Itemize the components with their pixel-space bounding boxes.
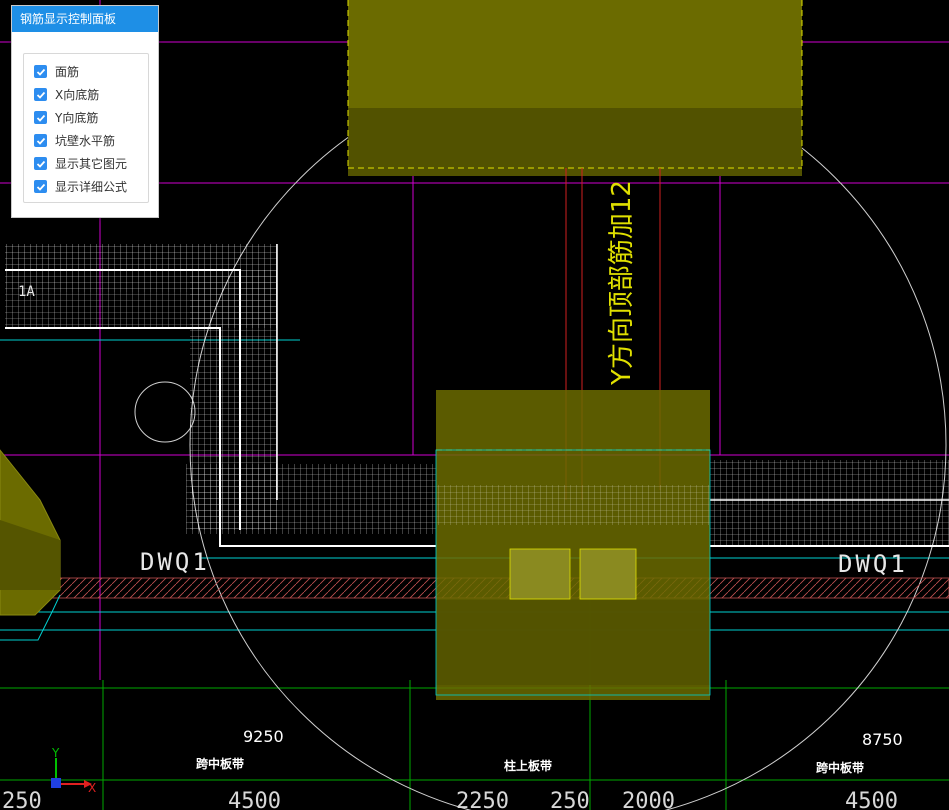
strip-label-1: 跨中板带	[196, 756, 244, 771]
bottom-dim-3: 2250	[456, 789, 509, 810]
left-rebar-mesh	[5, 244, 436, 547]
wall-label-left: DWQ1	[140, 548, 210, 576]
option-label: 显示详细公式	[55, 180, 128, 194]
option-x-bottom-rebar[interactable]: X向底筋	[34, 83, 148, 106]
panel-options: 面筋 X向底筋 Y向底筋 坑壁水平筋 显示其它图元 显示详细公式	[23, 53, 149, 203]
dim-left: 9250	[243, 727, 284, 746]
small-circle-left	[134, 381, 196, 443]
center-column-block	[435, 390, 711, 700]
checkbox-x-bottom-rebar[interactable]	[34, 88, 47, 101]
left-column-block	[0, 449, 61, 616]
strip-label-3: 跨中板带	[816, 760, 864, 775]
option-label: Y向底筋	[55, 111, 99, 125]
strip-label-2: 柱上板带	[504, 758, 552, 773]
option-label: 面筋	[55, 65, 80, 79]
bottom-dim-1: 250	[2, 789, 42, 810]
checkbox-y-bottom-rebar[interactable]	[34, 111, 47, 124]
partial-label: 1A	[18, 284, 35, 300]
option-y-bottom-rebar[interactable]: Y向底筋	[34, 106, 148, 129]
axis-x-label: X	[88, 781, 96, 795]
top-column-block	[347, 0, 803, 176]
option-pit-wall-rebar[interactable]: 坑壁水平筋	[34, 129, 148, 152]
checkbox-show-other-elements[interactable]	[34, 157, 47, 170]
option-top-rebar[interactable]: 面筋	[34, 60, 148, 83]
rebar-annotation: Y方向顶部筋加12	[607, 180, 637, 386]
checkbox-top-rebar[interactable]	[34, 65, 47, 78]
checkbox-show-formula[interactable]	[34, 180, 47, 193]
option-label: 坑壁水平筋	[55, 134, 116, 148]
bottom-dim-2: 4500	[228, 789, 281, 810]
axis-gizmo: Y X	[51, 746, 96, 795]
wall-label-right: DWQ1	[838, 550, 908, 578]
bottom-dim-4: 250	[550, 789, 590, 810]
bottom-dim-6: 4500	[845, 789, 898, 810]
dim-right: 8750	[862, 730, 903, 749]
checkbox-pit-wall-rebar[interactable]	[34, 134, 47, 147]
option-show-formula[interactable]: 显示详细公式	[34, 175, 148, 198]
bottom-dim-5: 2000	[622, 789, 675, 810]
option-show-other-elements[interactable]: 显示其它图元	[34, 152, 148, 175]
option-label: 显示其它图元	[55, 157, 128, 171]
axis-y-label: Y	[51, 746, 60, 760]
rebar-display-control-panel: 钢筋显示控制面板 面筋 X向底筋 Y向底筋 坑壁水平筋 显示其它图元 显示详细公…	[11, 5, 159, 218]
option-label: X向底筋	[55, 88, 100, 102]
panel-title: 钢筋显示控制面板	[12, 6, 158, 32]
right-rebar-mesh	[710, 460, 949, 547]
